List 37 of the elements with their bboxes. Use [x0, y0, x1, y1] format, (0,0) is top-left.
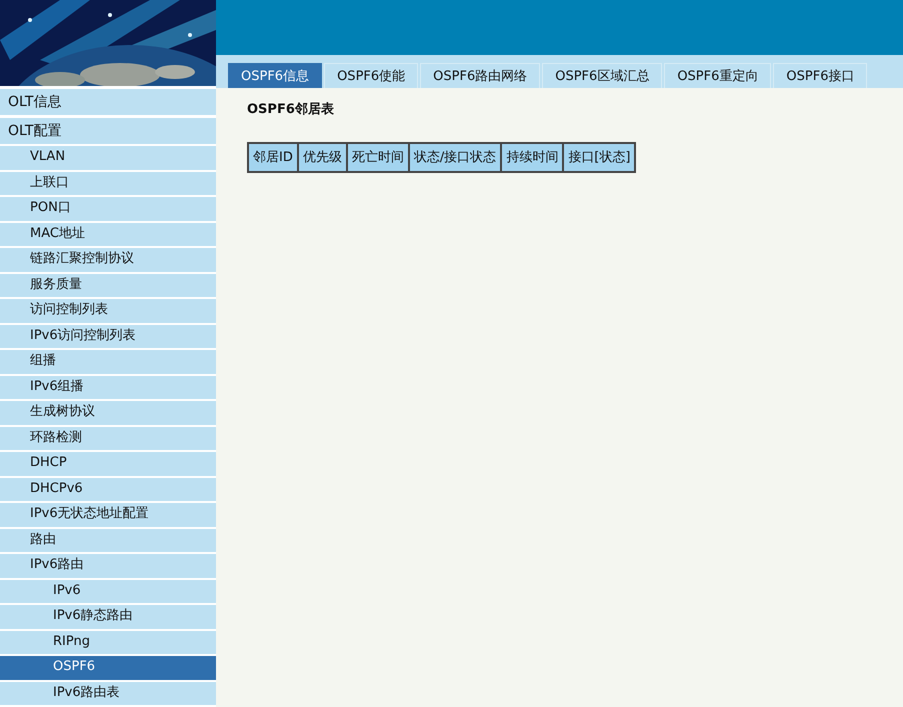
column-header: 持续时间	[501, 142, 564, 172]
sidebar-item[interactable]: 环路检测	[0, 424, 216, 450]
sidebar-item[interactable]: MAC地址	[0, 220, 216, 246]
sidebar-item[interactable]: IPv6静态路由	[0, 603, 216, 628]
sidebar-item[interactable]: IPv6路由表	[0, 680, 216, 705]
sidebar-item[interactable]: 上联口	[0, 170, 216, 195]
sidebar-item[interactable]: 生成树协议	[0, 399, 216, 424]
column-header: 状态/接口状态	[408, 142, 502, 172]
tab[interactable]: OSPF6信息	[228, 63, 322, 88]
sidebar-item[interactable]: PON口	[0, 195, 216, 220]
sidebar-item[interactable]: RIPng	[0, 628, 216, 654]
column-header: 优先级	[298, 142, 347, 172]
tab[interactable]: OSPF6重定向	[664, 63, 772, 88]
sidebar-item[interactable]: DHCPv6	[0, 476, 216, 501]
tab[interactable]: OSPF6区域汇总	[542, 63, 662, 88]
sidebar-item[interactable]: IPv6组播	[0, 374, 216, 399]
tab[interactable]: OSPF6使能	[324, 63, 418, 88]
sidebar-item[interactable]: OSPF6	[0, 654, 216, 680]
tab[interactable]: OSPF6接口	[773, 63, 868, 88]
sidebar-item[interactable]: 链路汇聚控制协议	[0, 246, 216, 272]
sidebar-item[interactable]: IPv6路由	[0, 552, 216, 578]
sidebar-item[interactable]: DHCP	[0, 450, 216, 476]
sidebar-item[interactable]: OLT配置	[0, 115, 216, 144]
sidebar-item[interactable]: 路由	[0, 526, 216, 552]
sidebar-item[interactable]: 组播	[0, 348, 216, 374]
sidebar-item[interactable]: IPv6无状态地址配置	[0, 501, 216, 526]
sidebar-item[interactable]: IPv6	[0, 578, 216, 603]
column-header: 邻居ID	[248, 142, 298, 172]
column-header: 接口[状态]	[563, 142, 636, 172]
section-title: OSPF6邻居表	[247, 101, 334, 119]
tab[interactable]: OSPF6路由网络	[420, 63, 540, 88]
sidebar-item[interactable]: OLT信息	[0, 86, 216, 115]
column-header: 死亡时间	[346, 142, 409, 172]
sidebar-item[interactable]: 服务质量	[0, 272, 216, 297]
sidebar-item[interactable]: VLAN	[0, 144, 216, 170]
sidebar-item[interactable]: 访问控制列表	[0, 297, 216, 322]
sidebar-item[interactable]: IPv6访问控制列表	[0, 322, 216, 348]
